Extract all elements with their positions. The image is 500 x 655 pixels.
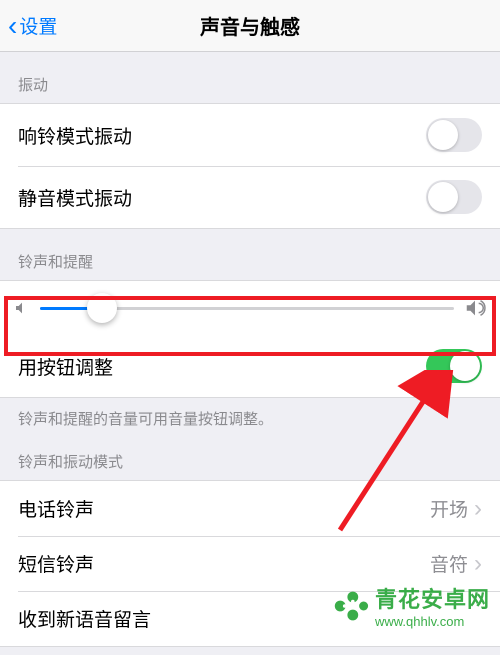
speaker-low-icon (14, 300, 30, 316)
row-silent-mode-vibrate[interactable]: 静音模式振动 (0, 166, 500, 229)
watermark-brand: 青花安卓网 (375, 582, 490, 614)
row-change-with-buttons[interactable]: 用按钮调整 (0, 335, 500, 398)
label: 响铃模式振动 (18, 122, 132, 149)
label: 静音模式振动 (18, 184, 132, 211)
toggle-change-with-buttons[interactable] (426, 349, 482, 383)
section-header-vibration: 振动 (0, 52, 500, 103)
value: 音符 (430, 550, 468, 577)
value: 开场 (430, 495, 468, 522)
nav-header: ‹ 设置 声音与触感 (0, 0, 500, 52)
section-header-sounds: 铃声和振动模式 (0, 429, 500, 480)
page-title: 声音与触感 (0, 11, 500, 40)
label: 用按钮调整 (18, 353, 113, 380)
chevron-right-icon: › (474, 552, 482, 576)
toggle-ring-mode-vibrate[interactable] (426, 118, 482, 152)
chevron-right-icon: › (474, 497, 482, 521)
watermark: 青花安卓网 www.qhhlv.com (333, 582, 490, 629)
chevron-left-icon: ‹ (8, 12, 17, 40)
section-footer-ringer: 铃声和提醒的音量可用音量按钮调整。 (0, 398, 500, 429)
back-label: 设置 (19, 12, 57, 39)
back-button[interactable]: ‹ 设置 (0, 12, 57, 40)
speaker-high-icon (464, 297, 486, 319)
section-header-ringer: 铃声和提醒 (0, 229, 500, 280)
label: 短信铃声 (18, 550, 94, 577)
toggle-silent-mode-vibrate[interactable] (426, 180, 482, 214)
watermark-logo-icon (333, 588, 369, 624)
row-ringtone[interactable]: 电话铃声 开场 › (0, 480, 500, 536)
label: 电话铃声 (18, 495, 94, 522)
row-ring-mode-vibrate[interactable]: 响铃模式振动 (0, 103, 500, 166)
watermark-url: www.qhhlv.com (375, 614, 490, 629)
label: 收到新语音留言 (18, 605, 151, 632)
row-volume-slider (0, 280, 500, 335)
volume-slider[interactable] (40, 307, 454, 310)
